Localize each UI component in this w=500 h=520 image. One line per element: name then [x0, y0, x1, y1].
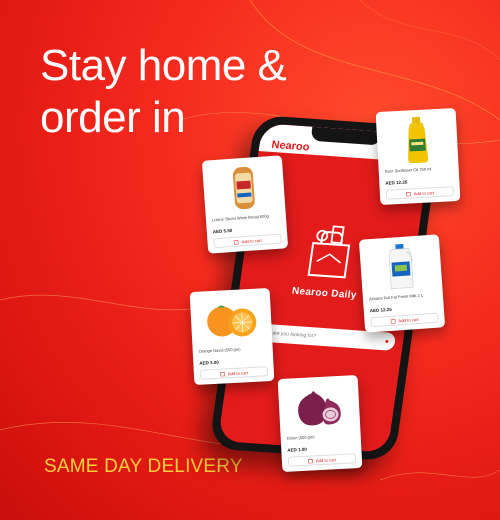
milk-bottle-image [365, 241, 436, 294]
tagline: SAME DAY DELIVERY [44, 456, 243, 477]
product-card-milk[interactable]: Almarai Full Fat Fresh Milk 2 L AED 12.2… [358, 234, 446, 333]
product-card-orange[interactable]: Orange Naval (500 gm) AED 3.00 Add to ca… [189, 287, 275, 386]
cart-icon [307, 458, 313, 463]
product-card-bread[interactable]: Lusine Sliced White Bread 600g AED 5.50 … [201, 155, 289, 254]
add-to-cart-label: Add to cart [413, 189, 435, 196]
cart-icon [233, 239, 239, 245]
add-to-cart-button[interactable]: Add to cart [370, 312, 439, 328]
add-to-cart-label: Add to cart [241, 237, 262, 244]
microphone-icon[interactable]: ● [384, 338, 389, 345]
onion-image [284, 381, 354, 432]
product-price: AED 12.25 [385, 179, 408, 186]
headline-line-1: Stay home & [40, 41, 287, 90]
app-brand: Nearoo [270, 138, 311, 154]
add-to-cart-button[interactable]: Add to cart [287, 453, 357, 467]
product-card-onion[interactable]: Onion (500 gm) AED 1.00 Add to cart [277, 374, 363, 473]
cart-icon [219, 371, 225, 376]
cart-icon [405, 191, 411, 196]
add-to-cart-button[interactable]: Add to cart [385, 186, 455, 200]
product-price: AED 3.00 [199, 359, 219, 366]
search-placeholder: What are you looking for? [258, 329, 317, 340]
product-price: AED 1.00 [287, 446, 307, 453]
add-to-cart-label: Add to cart [227, 369, 249, 376]
product-card-oil[interactable]: Noor Sunflower Oil 750 ml AED 12.25 Add … [375, 107, 461, 206]
add-to-cart-button[interactable]: Add to cart [199, 366, 269, 380]
orange-fruit-image [196, 294, 266, 345]
add-to-cart-label: Add to cart [315, 456, 337, 463]
add-to-cart-label: Add to cart [398, 316, 419, 323]
add-to-cart-button[interactable]: Add to cart [213, 233, 282, 249]
bread-loaf-image [208, 162, 279, 215]
grocery-bag-icon [307, 225, 351, 279]
oil-bottle-image [382, 114, 452, 165]
cart-icon [390, 318, 396, 324]
